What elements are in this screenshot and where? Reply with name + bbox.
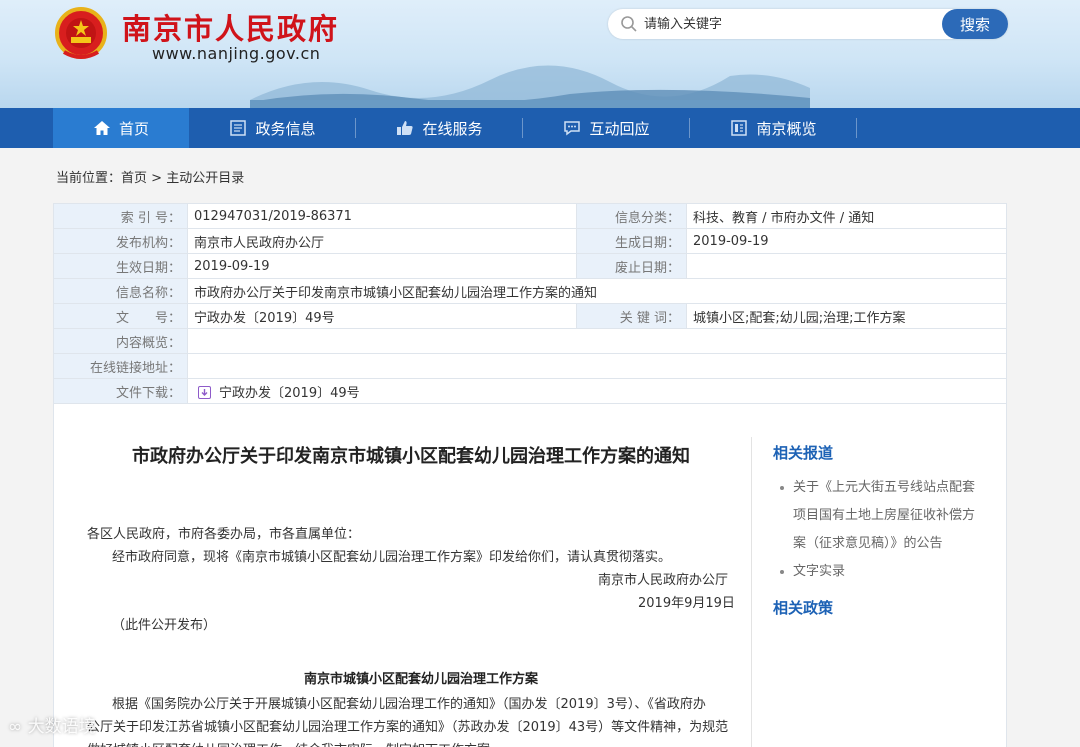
table-row: 文 号： 宁政办发〔2019〕49号 关 键 词： 城镇小区;配套;幼儿园;治理… (53, 303, 1007, 329)
download-icon[interactable] (198, 385, 211, 399)
nav-item-nanjing-overview[interactable]: 南京概览 (690, 108, 857, 148)
site-header: 南京市人民政府 www.nanjing.gov.cn 搜索 (0, 0, 1080, 108)
publisher-value: 南京市人民政府办公厅 (187, 228, 577, 254)
plan-paragraph-line: 公厅关于印发江苏省城镇小区配套幼儿园治理工作方案的通知》（苏政办发〔2019〕4… (87, 720, 729, 735)
related-reports-title: 相关报道 (773, 444, 834, 462)
related-report-text[interactable]: 关于《上元大街五号线站点配套 (793, 480, 975, 495)
search-button[interactable]: 搜索 (942, 9, 1008, 39)
created-date-label: 生成日期： (576, 228, 687, 254)
related-reports-list: 关于《上元大街五号线站点配套 项目国有土地上房屋征收补偿方 案（征求意见稿）》的公告… (777, 474, 982, 586)
overview-icon (731, 120, 748, 136)
download-link[interactable]: 宁政办发〔2019〕49号 (219, 386, 360, 401)
related-report-text[interactable]: 项目国有土地上房屋征收补偿方 (793, 508, 975, 523)
abolish-date-label: 废止日期： (576, 253, 687, 279)
nav-item-home[interactable]: 首页 (53, 108, 189, 148)
effective-date-label: 生效日期： (53, 253, 188, 279)
document-body: 经市政府同意，现将《南京市城镇小区配套幼儿园治理工作方案》印发给你们，请认真贯彻… (112, 550, 672, 565)
watermark-text: 大数语境 (27, 717, 96, 737)
breadcrumb-separator: > (147, 171, 167, 186)
effective-date-value: 2019-09-19 (187, 253, 577, 279)
nav-item-online-services[interactable]: 在线服务 (356, 108, 523, 148)
table-row: 索 引 号： 012947031/2019-86371 信息分类： 科技、教育 … (53, 203, 1007, 229)
search-bar: 搜索 (608, 9, 1008, 39)
watermark-icon: ∞ (8, 717, 23, 737)
thumbs-up-icon (397, 121, 414, 135)
keywords-value: 城镇小区;配套;幼儿园;治理;工作方案 (686, 303, 1007, 329)
city-skyline-banner (250, 65, 810, 108)
summary-value (187, 328, 1007, 354)
category-value: 科技、教育 / 市府办文件 / 通知 (686, 203, 1007, 229)
abolish-date-value (686, 253, 1007, 279)
plan-paragraph-line: 做好城镇小区配套幼儿园治理工作，结合我市实际，制定如下工作方案。 (87, 739, 503, 747)
nav-item-government-info[interactable]: 政务信息 (189, 108, 356, 148)
download-cell: 宁政办发〔2019〕49号 (187, 378, 1007, 404)
summary-label: 内容概览： (53, 328, 188, 354)
document-publish-note: （此件公开发布） (112, 618, 217, 633)
breadcrumb: 当前位置：首页 > 主动公开目录 (56, 167, 244, 186)
doc-number-value: 宁政办发〔2019〕49号 (187, 303, 577, 329)
document-content-panel: 市政府办公厅关于印发南京市城镇小区配套幼儿园治理工作方案的通知 各区人民政府，市… (53, 404, 1007, 747)
download-label: 文件下载： (53, 378, 188, 404)
nav-label: 政务信息 (255, 119, 316, 138)
document-info-table: 索 引 号： 012947031/2019-86371 信息分类： 科技、教育 … (53, 203, 1007, 404)
site-url: www.nanjing.gov.cn (152, 44, 321, 63)
nav-label: 南京概览 (756, 119, 817, 138)
keywords-label: 关 键 词： (576, 303, 687, 329)
content-divider (751, 437, 752, 747)
table-row: 生效日期： 2019-09-19 废止日期： (53, 253, 1007, 279)
category-label: 信息分类： (576, 203, 687, 229)
related-policies-title: 相关政策 (773, 599, 834, 617)
online-link-value[interactable] (187, 353, 1007, 379)
breadcrumb-prefix: 当前位置： (56, 171, 122, 186)
info-name-value: 市政府办公厅关于印发南京市城镇小区配套幼儿园治理工作方案的通知 (187, 278, 1007, 304)
chat-icon (564, 121, 581, 136)
related-report-item[interactable]: 关于《上元大街五号线站点配套 项目国有土地上房屋征收补偿方 案（征求意见稿）》的公告 (777, 474, 982, 558)
nav-label: 首页 (118, 119, 149, 138)
table-row: 信息名称： 市政府办公厅关于印发南京市城镇小区配套幼儿园治理工作方案的通知 (53, 278, 1007, 304)
related-report-item[interactable]: 文字实录 (777, 558, 982, 586)
doc-number-label: 文 号： (53, 303, 188, 329)
document-addressee: 各区人民政府，市府各委办局，市各直属单位： (87, 527, 361, 542)
table-row: 在线链接地址： (53, 353, 1007, 379)
document-icon (230, 120, 247, 136)
nav-label: 在线服务 (422, 119, 483, 138)
created-date-value: 2019-09-19 (686, 228, 1007, 254)
table-row: 发布机构： 南京市人民政府办公厅 生成日期： 2019-09-19 (53, 228, 1007, 254)
online-link-label: 在线链接地址： (53, 353, 188, 379)
site-title[interactable]: 南京市人民政府 (122, 6, 339, 48)
document-issuer: 南京市人民政府办公厅 (598, 573, 729, 588)
document-date: 2019年9月19日 (638, 596, 735, 611)
related-report-text[interactable]: 文字实录 (793, 564, 845, 579)
search-input[interactable] (644, 9, 934, 39)
watermark: ∞ 大数语境 (8, 712, 96, 737)
table-row: 文件下载： 宁政办发〔2019〕49号 (53, 378, 1007, 404)
search-icon (621, 16, 637, 32)
plan-paragraph-line: 根据《国务院办公厅关于开展城镇小区配套幼儿园治理工作的通知》（国办发〔2019〕… (112, 697, 706, 712)
breadcrumb-home-link[interactable]: 首页 (121, 171, 147, 186)
table-row: 内容概览： (53, 328, 1007, 354)
index-value: 012947031/2019-86371 (187, 203, 577, 229)
document-title: 市政府办公厅关于印发南京市城镇小区配套幼儿园治理工作方案的通知 (132, 446, 690, 467)
related-report-text[interactable]: 案（征求意见稿）》的公告 (793, 536, 943, 551)
national-emblem-icon (55, 7, 107, 59)
home-icon (93, 121, 110, 135)
plan-subtitle: 南京市城镇小区配套幼儿园治理工作方案 (304, 672, 539, 687)
info-name-label: 信息名称： (53, 278, 188, 304)
index-label: 索 引 号： (53, 203, 188, 229)
nav-item-interaction[interactable]: 互动回应 (523, 108, 690, 148)
breadcrumb-current-link[interactable]: 主动公开目录 (166, 171, 244, 186)
publisher-label: 发布机构： (53, 228, 188, 254)
nav-label: 互动回应 (589, 119, 650, 138)
main-nav: 首页 政务信息 在线服务 互动回应 南京概览 (0, 108, 1080, 148)
nav-separator (856, 118, 857, 138)
